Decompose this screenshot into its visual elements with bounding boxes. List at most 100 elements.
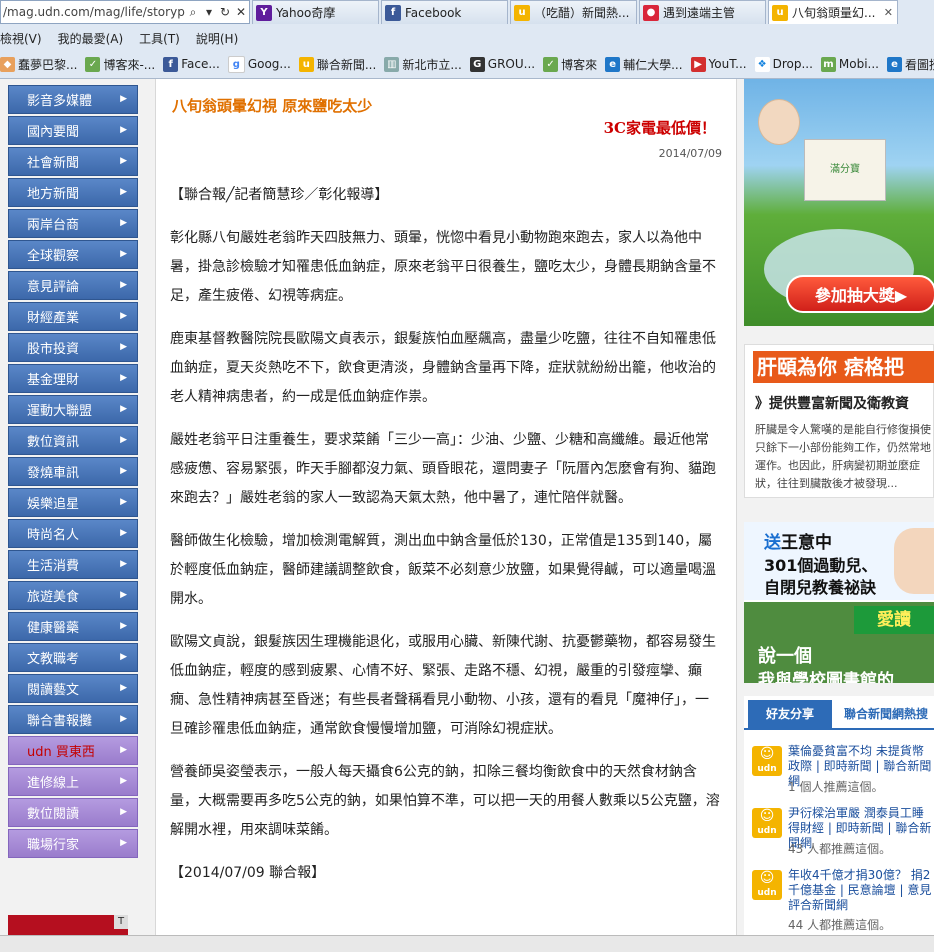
chevron-right-icon: ▶	[120, 528, 127, 538]
menu-tools[interactable]: 工具(T)	[139, 30, 180, 47]
menu-view[interactable]: 檢視(V)	[0, 30, 42, 47]
bookmark-item[interactable]: e 輔仁大學...	[605, 56, 683, 73]
logo-text: udn	[757, 826, 777, 836]
nav-item[interactable]: 文教職考 ▶	[8, 643, 138, 672]
chevron-right-icon: ▶	[120, 807, 127, 817]
nav-item[interactable]: 發燒車訊 ▶	[8, 457, 138, 486]
nav-item-label: 生活消費	[27, 559, 80, 574]
liver-ad-text: 肝臟是令人驚嘆的是能自行修復損使只餘下一小部份能夠工作，仍然常地運作。也因此，肝…	[755, 423, 931, 490]
address-url[interactable]: /mag.udn.com/mag/life/storypage	[3, 5, 185, 19]
udn-icon: u	[514, 4, 530, 21]
bookmark-item[interactable]: ◆ 蠢夢巴黎...	[0, 56, 77, 73]
nav-item[interactable]: 兩岸台商 ▶	[8, 209, 138, 238]
story-date: 2014/07/09	[658, 147, 722, 160]
nav-item[interactable]: 數位資訊 ▶	[8, 426, 138, 455]
chevron-right-icon: ▶	[120, 94, 127, 104]
close-tab-icon[interactable]: ✕	[884, 6, 893, 19]
lottery-button[interactable]: 參加抽大獎▶	[786, 275, 934, 313]
tab-current-article[interactable]: u 八旬翁頭量幻... ✕	[768, 0, 898, 24]
nav-item[interactable]: 地方新聞 ▶	[8, 178, 138, 207]
share-item-count: 43 人都推薦這個。	[788, 842, 892, 856]
refresh-icon[interactable]: ↻	[217, 5, 233, 19]
book-ad-bottom: 愛讀 說一個 我與學校圖書館的	[744, 602, 934, 683]
nav-item[interactable]: 進修線上 ▶	[8, 767, 138, 796]
nav-item[interactable]: 全球觀察 ▶	[8, 240, 138, 269]
chevron-right-icon: ▶	[120, 559, 127, 569]
child-photo	[894, 528, 934, 594]
chevron-right-icon: ▶	[120, 652, 127, 662]
bookstore-icon: ✓	[85, 56, 101, 72]
bookmark-label: 新北市立...	[402, 57, 462, 72]
nav-item[interactable]: 閱讀藝文 ▶	[8, 674, 138, 703]
nav-item[interactable]: 國內要聞 ▶	[8, 116, 138, 145]
bookmark-item[interactable]: e看圖授...	[887, 56, 934, 73]
bookmark-item[interactable]: ✓ 博客來-...	[85, 56, 155, 73]
bookmark-item[interactable]: ▥ 新北市立...	[384, 56, 462, 73]
bookmark-item[interactable]: ❖ Drop...	[754, 56, 813, 72]
tissue-box-image: 滿分寶	[804, 139, 886, 201]
share-item-title[interactable]: 年收4千億才捐30億？ 捐2千億基金 | 民意論壇 | 意見評合新聞網	[788, 868, 934, 913]
nav-item[interactable]: 旅遊美食 ▶	[8, 581, 138, 610]
nav-item[interactable]: 財經產業 ▶	[8, 302, 138, 331]
article-byline: 【聯合報╱記者簡慧珍／彰化報導】	[170, 187, 389, 203]
tab-label: Yahoo奇摩	[276, 6, 336, 20]
close-icon[interactable]: ✕	[233, 5, 249, 19]
nav-item[interactable]: 運動大聯盟 ▶	[8, 395, 138, 424]
bookmark-item[interactable]: ▶ YouT...	[690, 56, 747, 72]
menu-favorites[interactable]: 我的最愛(A)	[58, 30, 124, 47]
nav-item[interactable]: 健康醫藥 ▶	[8, 612, 138, 641]
address-bar[interactable]: /mag.udn.com/mag/life/storypage ⌕ ▾ ↻ ✕	[0, 0, 250, 24]
nav-item[interactable]: 社會新聞 ▶	[8, 147, 138, 176]
corner-label[interactable]: T	[114, 915, 128, 929]
chevron-right-icon: ▶	[120, 249, 127, 259]
nav-item-label: 地方新聞	[27, 187, 80, 202]
bookmark-item[interactable]: m Mobi...	[820, 56, 879, 72]
book-ad-top: 送王意中 301個過動兒、 自閉兒教養祕訣	[744, 522, 934, 600]
bookmark-item[interactable]: G GROU...	[469, 56, 535, 72]
bookmark-item[interactable]: ✓ 博客來	[543, 56, 597, 73]
bookmark-item[interactable]: u 聯合新聞...	[298, 56, 377, 73]
ie-icon: e	[605, 56, 621, 72]
nav-item-label: 影音多媒體	[27, 94, 93, 109]
nav-item[interactable]: 基金理財 ▶	[8, 364, 138, 393]
book-ad-banner[interactable]: 送王意中 301個過動兒、 自閉兒教養祕訣 愛讀 說一個 我與學校圖書館的	[744, 522, 934, 683]
nav-item[interactable]: 聯合書報攤 ▶	[8, 705, 138, 734]
menu-help[interactable]: 說明(H)	[196, 30, 238, 47]
search-icon[interactable]: ⌕	[185, 5, 201, 20]
nav-item-label: 股市投資	[27, 342, 80, 357]
nav-item[interactable]: 時尚名人 ▶	[8, 519, 138, 548]
tab-remote-manager[interactable]: ● 遇到遠端主管	[639, 0, 766, 24]
book-ad-line5: 我與學校圖書館的	[758, 671, 894, 683]
bookmark-label: 聯合新聞...	[316, 57, 377, 72]
tissue-ad-banner[interactable]: 滿分寶 參加抽大獎▶	[744, 79, 934, 326]
tab-friend-share[interactable]: 好友分享	[748, 700, 832, 728]
nav-item[interactable]: 影音多媒體 ▶	[8, 85, 138, 114]
tab-label: （吃醋）新聞熱...	[534, 6, 630, 20]
nav-item[interactable]: 意見評論 ▶	[8, 271, 138, 300]
nav-item[interactable]: 娛樂追星 ▶	[8, 488, 138, 517]
article-paragraph: 嚴姓老翁平日注重養生，要求菜餚「三少一高」：少油、少鹽、少糖和高纖維。最近他常感…	[170, 432, 716, 506]
nav-item[interactable]: 數位閱讀 ▶	[8, 798, 138, 827]
chevron-down-icon[interactable]: ▾	[201, 5, 217, 19]
nav-item-label: 全球觀察	[27, 249, 80, 264]
nav-item[interactable]: 職場行家 ▶	[8, 829, 138, 858]
bookmark-item[interactable]: g Goog...	[227, 55, 291, 73]
share-item[interactable]: ☺ udn 尹衍樑治軍嚴 潤泰員工睡得財經 | 即時新聞 | 聯合新聞網 43 人…	[752, 806, 934, 862]
nav-item-label: 兩岸台商	[27, 218, 80, 233]
share-item[interactable]: ☺ udn 年收4千億才捐30億？ 捐2千億基金 | 民意論壇 | 意見評合新聞網…	[752, 868, 934, 932]
bookmark-item[interactable]: f Face...	[163, 56, 220, 72]
baby-illustration	[758, 99, 800, 145]
tab-facebook[interactable]: f Facebook	[381, 0, 508, 24]
nav-item[interactable]: 股市投資 ▶	[8, 333, 138, 362]
nav-item[interactable]: 生活消費 ▶	[8, 550, 138, 579]
tab-yahoo[interactable]: Y Yahoo奇摩	[252, 0, 379, 24]
ad-link[interactable]: 3C家電最低價！	[604, 117, 716, 138]
share-item[interactable]: ☺ udn 葉倫憂貧富不均 未提貨幣政際 | 即時新聞 | 聯合新聞網 1 個人推…	[752, 744, 934, 800]
liver-ad-banner[interactable]: 肝頤為你 痞格把 》提供豐富新聞及衛教資 肝臟是令人驚嘆的是能自行修復損使只餘下…	[744, 344, 934, 498]
nav-item-label: 數位資訊	[27, 435, 80, 450]
tab-udn-news[interactable]: u （吃醋）新聞熱...	[510, 0, 637, 24]
chevron-right-icon: ▶	[120, 218, 127, 228]
tab-hot-search[interactable]: 聯合新聞網熱搜	[844, 700, 928, 728]
nav-item-label: 健康醫藥	[27, 621, 80, 636]
nav-item[interactable]: udn 買東西 ▶	[8, 736, 138, 765]
